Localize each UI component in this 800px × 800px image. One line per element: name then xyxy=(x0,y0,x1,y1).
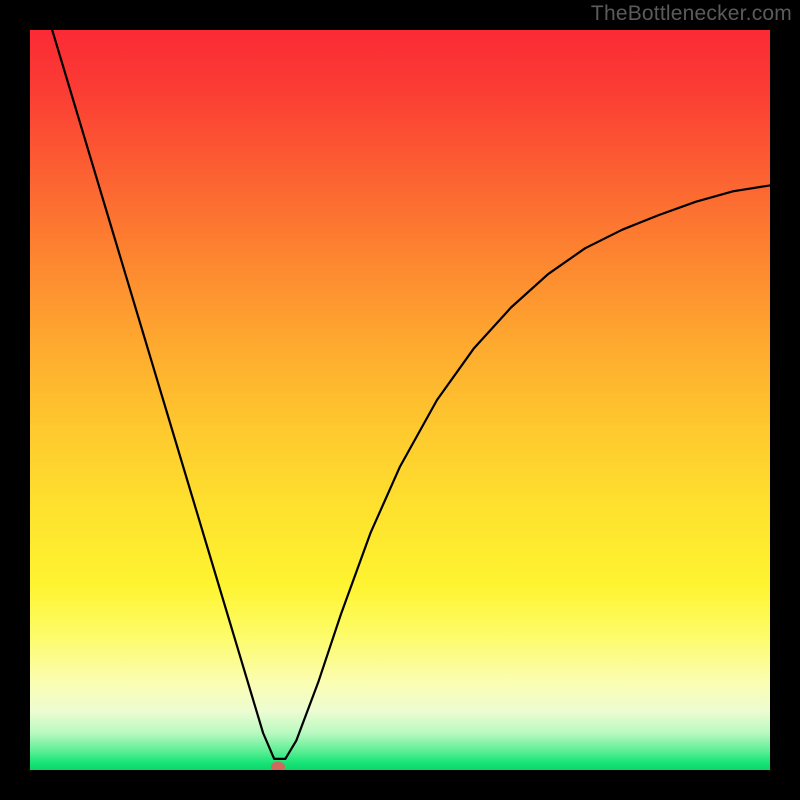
plot-area xyxy=(30,30,770,770)
watermark-text: TheBottlenecker.com xyxy=(591,2,792,26)
bottleneck-curve xyxy=(30,30,770,770)
chart-frame: TheBottlenecker.com xyxy=(0,0,800,800)
optimal-point-marker xyxy=(271,762,285,771)
